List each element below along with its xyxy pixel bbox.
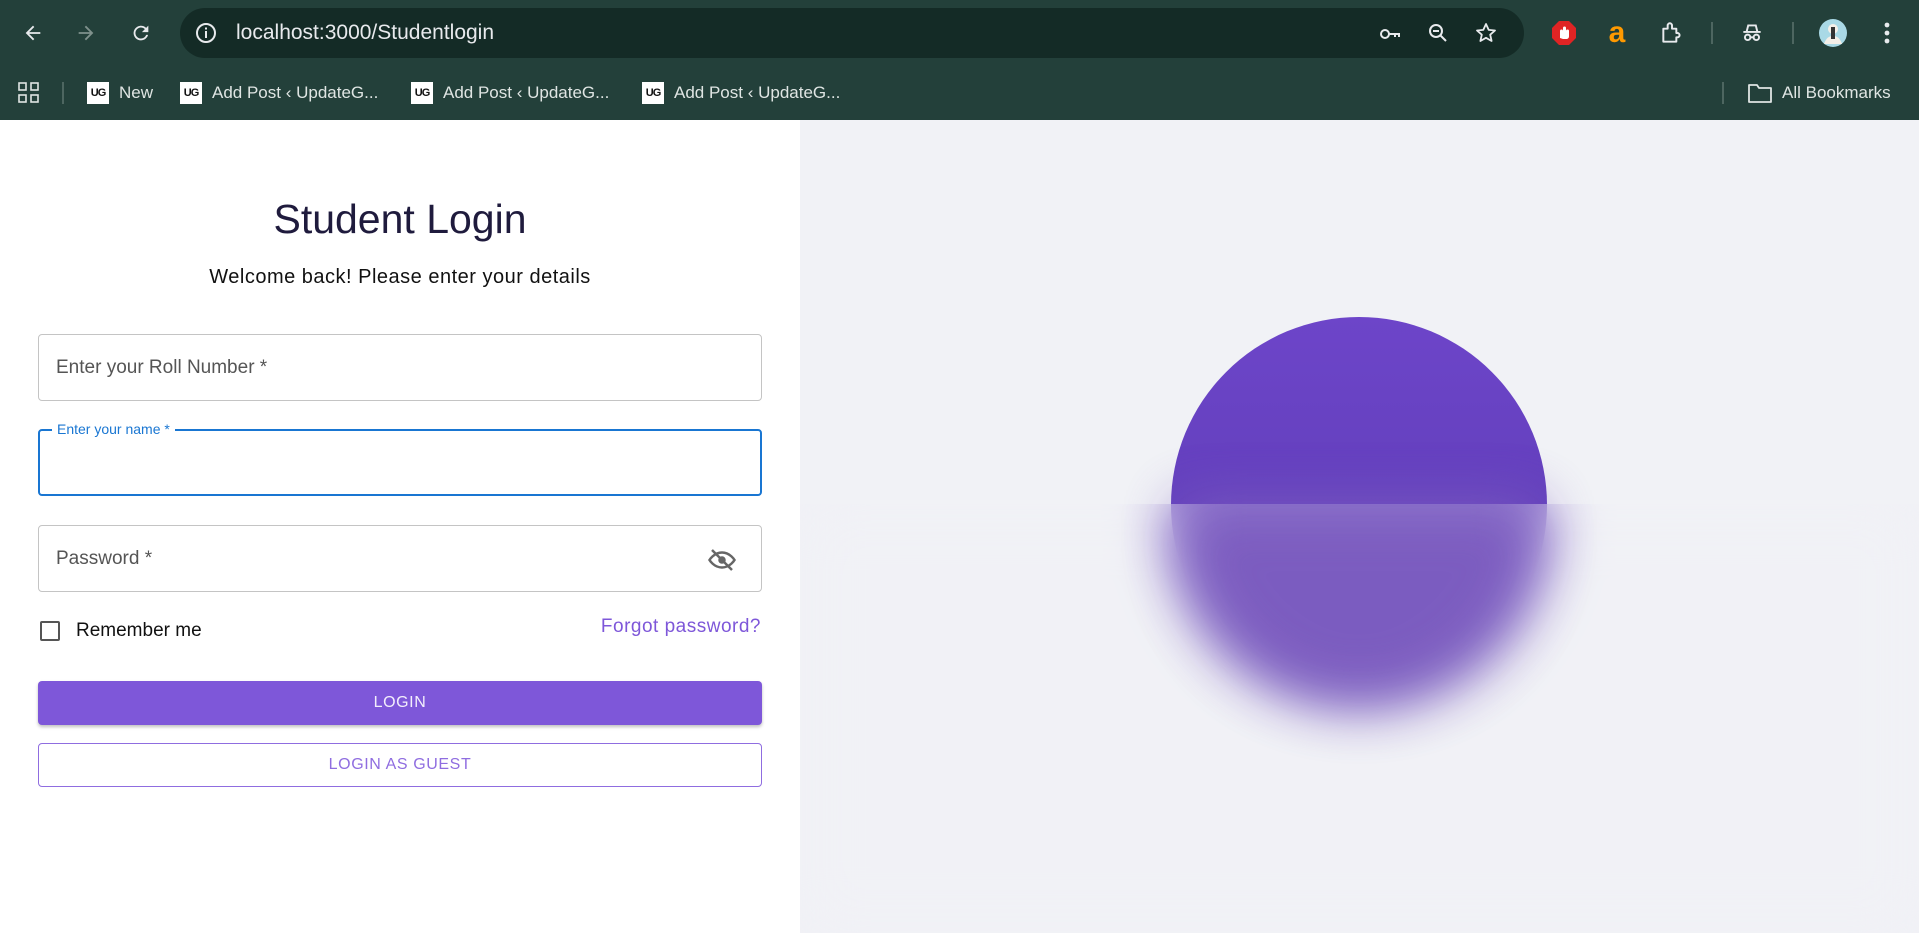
- incognito-button[interactable]: [1735, 16, 1769, 50]
- url-text[interactable]: localhost:3000/Studentlogin: [236, 8, 494, 58]
- bookmark-item[interactable]: UG Add Post ‹ UpdateG...: [411, 78, 609, 108]
- amazon-extension[interactable]: a: [1600, 16, 1634, 50]
- reload-button[interactable]: [123, 15, 159, 51]
- browser-toolbar: localhost:3000/Studentlogin a: [0, 0, 1919, 66]
- reload-icon: [133, 25, 149, 41]
- all-bookmarks-button[interactable]: All Bookmarks: [1748, 78, 1891, 108]
- address-bar[interactable]: localhost:3000/Studentlogin: [180, 8, 1524, 58]
- eye-off-icon[interactable]: [707, 545, 737, 575]
- ug-favicon-icon: UG: [411, 82, 433, 104]
- login-as-guest-button[interactable]: LOGIN AS GUEST: [38, 743, 762, 787]
- more-icon: [1884, 22, 1890, 44]
- more-menu-button[interactable]: [1870, 16, 1904, 50]
- key-icon[interactable]: [1378, 21, 1402, 45]
- all-bookmarks-label: All Bookmarks: [1782, 83, 1891, 102]
- login-panel: Student Login Welcome back! Please enter…: [0, 120, 800, 933]
- bookmark-label: Add Post ‹ UpdateG...: [212, 83, 379, 102]
- remember-me[interactable]: Remember me: [40, 616, 202, 646]
- toolbar-divider: [1711, 22, 1713, 44]
- bookmark-label: New: [119, 83, 154, 102]
- apps-button[interactable]: [18, 78, 40, 108]
- apps-grid-icon: [18, 82, 39, 103]
- remember-checkbox[interactable]: [40, 621, 60, 641]
- bookmark-label: Add Post ‹ UpdateG...: [674, 83, 841, 102]
- extensions-button[interactable]: [1655, 16, 1689, 50]
- forgot-password-link[interactable]: Forgot password?: [601, 616, 761, 638]
- name-label: Enter your name *: [52, 421, 175, 437]
- remember-label: Remember me: [76, 620, 202, 641]
- incognito-icon: [1743, 24, 1761, 42]
- back-button[interactable]: [15, 15, 51, 51]
- info-icon[interactable]: [194, 21, 218, 45]
- folder-icon: [1748, 84, 1772, 103]
- toolbar-divider: [1792, 22, 1794, 44]
- avatar[interactable]: [1816, 16, 1850, 50]
- bookmark-item[interactable]: UG Add Post ‹ UpdateG...: [642, 78, 840, 108]
- browser-chrome: localhost:3000/Studentlogin a UG New UG …: [0, 0, 1919, 120]
- password-field[interactable]: Password *: [38, 525, 762, 592]
- illustration-panel: [800, 120, 1919, 933]
- bookmark-item[interactable]: UG New: [87, 78, 153, 108]
- star-icon[interactable]: [1474, 21, 1498, 45]
- bookmark-divider: [1722, 82, 1724, 104]
- page-subtitle: Welcome back! Please enter your details: [209, 266, 591, 288]
- ug-favicon-icon: UG: [180, 82, 202, 104]
- zoom-icon[interactable]: [1426, 21, 1450, 45]
- amazon-icon: a: [1608, 16, 1626, 49]
- back-arrow-icon: [25, 25, 41, 41]
- roll-number-field[interactable]: Enter your Roll Number *: [38, 334, 762, 401]
- extensions-icon: [1662, 22, 1681, 43]
- page: Student Login Welcome back! Please enter…: [0, 120, 1919, 933]
- bookmarks-bar: UG New UG Add Post ‹ UpdateG... UG Add P…: [0, 66, 1919, 120]
- page-title: Student Login: [273, 196, 527, 242]
- name-field[interactable]: Enter your name *: [38, 421, 762, 496]
- forward-arrow-icon: [78, 25, 94, 41]
- password-label: Password *: [56, 548, 153, 569]
- bookmark-label: Add Post ‹ UpdateG...: [443, 83, 610, 102]
- forward-button[interactable]: [68, 15, 104, 51]
- bookmark-divider: [62, 82, 64, 104]
- ug-favicon-icon: UG: [87, 82, 109, 104]
- roll-number-label: Enter your Roll Number *: [56, 357, 268, 378]
- adblock-extension[interactable]: [1547, 16, 1581, 50]
- login-button[interactable]: LOGIN: [38, 681, 762, 725]
- profile-avatar-icon: [1819, 19, 1847, 47]
- bookmark-item[interactable]: UG Add Post ‹ UpdateG...: [180, 78, 378, 108]
- ug-favicon-icon: UG: [642, 82, 664, 104]
- adblock-icon: [1552, 21, 1576, 45]
